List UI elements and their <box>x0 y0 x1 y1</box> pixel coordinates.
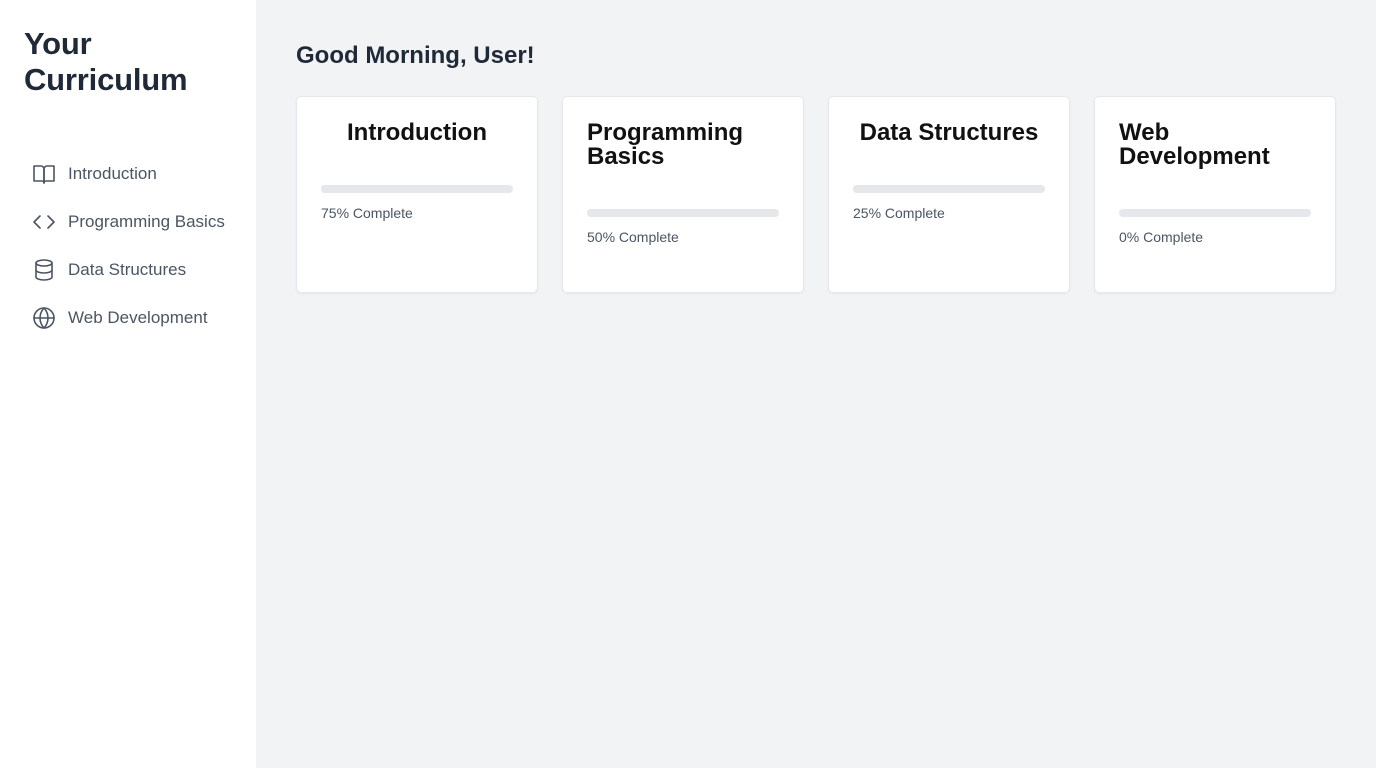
sidebar-item-programming-basics[interactable]: Programming Basics <box>24 198 232 246</box>
sidebar-item-label: Web Development <box>68 308 208 327</box>
progress-bar <box>853 185 1045 193</box>
card-title: Web Development <box>1119 119 1270 170</box>
progress-label: 25% Complete <box>853 205 945 221</box>
course-cards: Introduction 75% Complete Programming Ba… <box>296 96 1336 293</box>
sidebar-item-web-development[interactable]: Web Development <box>24 294 232 342</box>
sidebar: Your Curriculum Introduction Programming… <box>0 0 256 768</box>
card-title: Data Structures <box>859 119 1039 146</box>
sidebar-item-introduction[interactable]: Introduction <box>24 150 232 198</box>
main-content: Good Morning, User! Introduction 75% Com… <box>256 0 1376 768</box>
globe-icon <box>32 306 56 330</box>
app-root: Your Curriculum Introduction Programming… <box>0 0 1376 768</box>
course-card-programming-basics[interactable]: Programming Basics 50% Complete <box>562 96 804 293</box>
sidebar-nav: Introduction Programming Basics Data Str… <box>24 150 232 342</box>
card-title: Introduction <box>347 119 487 146</box>
code-icon <box>32 210 56 234</box>
progress-bar <box>321 185 513 193</box>
card-title: Programming Basics <box>587 119 744 170</box>
sidebar-item-label: Data Structures <box>68 260 187 279</box>
sidebar-item-label: Programming Basics <box>68 212 225 231</box>
progress-bar <box>1119 209 1311 217</box>
progress-fill <box>587 209 683 217</box>
progress-fill <box>853 185 901 193</box>
progress-bar <box>587 209 779 217</box>
greeting-heading: Good Morning, User! <box>296 42 535 69</box>
course-card-web-development[interactable]: Web Development 0% Complete <box>1094 96 1336 293</box>
book-open-icon <box>32 162 56 186</box>
course-card-introduction[interactable]: Introduction 75% Complete <box>296 96 538 293</box>
sidebar-title: Your Curriculum <box>24 26 188 97</box>
progress-label: 50% Complete <box>587 229 679 245</box>
progress-label: 75% Complete <box>321 205 413 221</box>
sidebar-item-label: Introduction <box>68 164 157 183</box>
course-card-data-structures[interactable]: Data Structures 25% Complete <box>828 96 1070 293</box>
progress-label: 0% Complete <box>1119 229 1204 245</box>
sidebar-item-data-structures[interactable]: Data Structures <box>24 246 232 294</box>
database-icon <box>32 258 56 282</box>
progress-fill <box>321 185 465 193</box>
